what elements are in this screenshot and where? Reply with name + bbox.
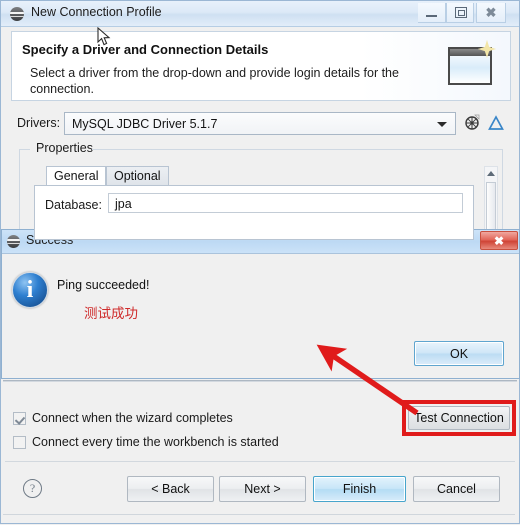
new-connection-profile-window: New Connection Profile ✖ Specify a Drive… (0, 0, 520, 524)
info-icon: i (12, 272, 48, 308)
cancel-label: Cancel (437, 482, 476, 496)
next-button[interactable]: Next > (219, 476, 306, 502)
back-label: < Back (151, 482, 190, 496)
tab-general[interactable]: General (46, 166, 107, 186)
checkbox-connect-on-complete[interactable]: Connect when the wizard completes (13, 411, 313, 429)
new-driver-definition-icon[interactable] (464, 114, 481, 131)
ok-button[interactable]: OK (414, 341, 504, 366)
properties-tab-strip: General Optional (34, 166, 474, 186)
maximize-button[interactable] (446, 3, 474, 23)
drivers-label: Drivers: (17, 116, 61, 130)
divider (5, 461, 515, 462)
minimize-button[interactable] (418, 3, 446, 23)
divider (3, 380, 517, 382)
info-icon-glyph: i (26, 277, 34, 303)
eclipse-dialog-icon (7, 235, 20, 248)
properties-group: Properties General Optional Database: jp… (19, 141, 503, 249)
help-icon[interactable]: ? (23, 479, 42, 498)
annotation-text-chinese: 测试成功 (84, 306, 138, 322)
close-icon: ✖ (485, 4, 497, 20)
checkbox-indicator[interactable] (13, 412, 26, 425)
cancel-button[interactable]: Cancel (413, 476, 500, 502)
edit-driver-definition-icon[interactable] (487, 114, 505, 132)
window-title: New Connection Profile (31, 5, 162, 19)
ok-label: OK (449, 346, 469, 361)
next-label: Next > (244, 482, 281, 496)
eclipse-wizard-icon (10, 7, 24, 21)
drivers-select[interactable]: MySQL JDBC Driver 5.1.7 (64, 112, 456, 135)
finish-button[interactable]: Finish (313, 476, 406, 502)
wizard-header-panel: Specify a Driver and Connection Details … (11, 31, 511, 101)
divider (3, 514, 515, 515)
properties-legend: Properties (34, 141, 95, 155)
page-title: Specify a Driver and Connection Details (22, 42, 269, 57)
window-title-bar: New Connection Profile ✖ (1, 1, 519, 27)
restore-icon (455, 7, 467, 18)
success-dialog-close-button[interactable]: ✖ (480, 231, 518, 250)
connection-profile-wizard-banner-icon (446, 38, 504, 94)
test-connection-label: Test Connection (414, 411, 504, 425)
database-value: jpa (115, 197, 132, 211)
general-tab-panel: Database: jpa (34, 185, 474, 240)
mouse-cursor (97, 26, 111, 47)
checkbox-label: Connect when the wizard completes (32, 411, 233, 425)
drivers-selected-value: MySQL JDBC Driver 5.1.7 (72, 117, 218, 131)
scroll-up-icon[interactable] (485, 167, 497, 180)
database-label: Database: (45, 198, 102, 212)
back-button[interactable]: < Back (127, 476, 214, 502)
database-input[interactable]: jpa (108, 193, 463, 213)
close-icon: ✖ (493, 233, 505, 248)
minimize-icon (426, 15, 437, 17)
finish-label: Finish (342, 482, 377, 496)
close-button[interactable]: ✖ (476, 3, 506, 23)
chevron-down-icon (437, 122, 447, 127)
ping-message: Ping succeeded! (57, 278, 150, 292)
page-description: Select a driver from the drop-down and p… (30, 66, 399, 96)
checkbox-label: Connect every time the workbench is star… (32, 435, 279, 449)
tab-optional[interactable]: Optional (106, 166, 169, 186)
checkbox-connect-on-workbench-start[interactable]: Connect every time the workbench is star… (13, 435, 333, 453)
test-connection-button[interactable]: Test Connection (408, 406, 510, 430)
scrollbar-thumb[interactable] (486, 182, 496, 232)
checkbox-indicator[interactable] (13, 436, 26, 449)
